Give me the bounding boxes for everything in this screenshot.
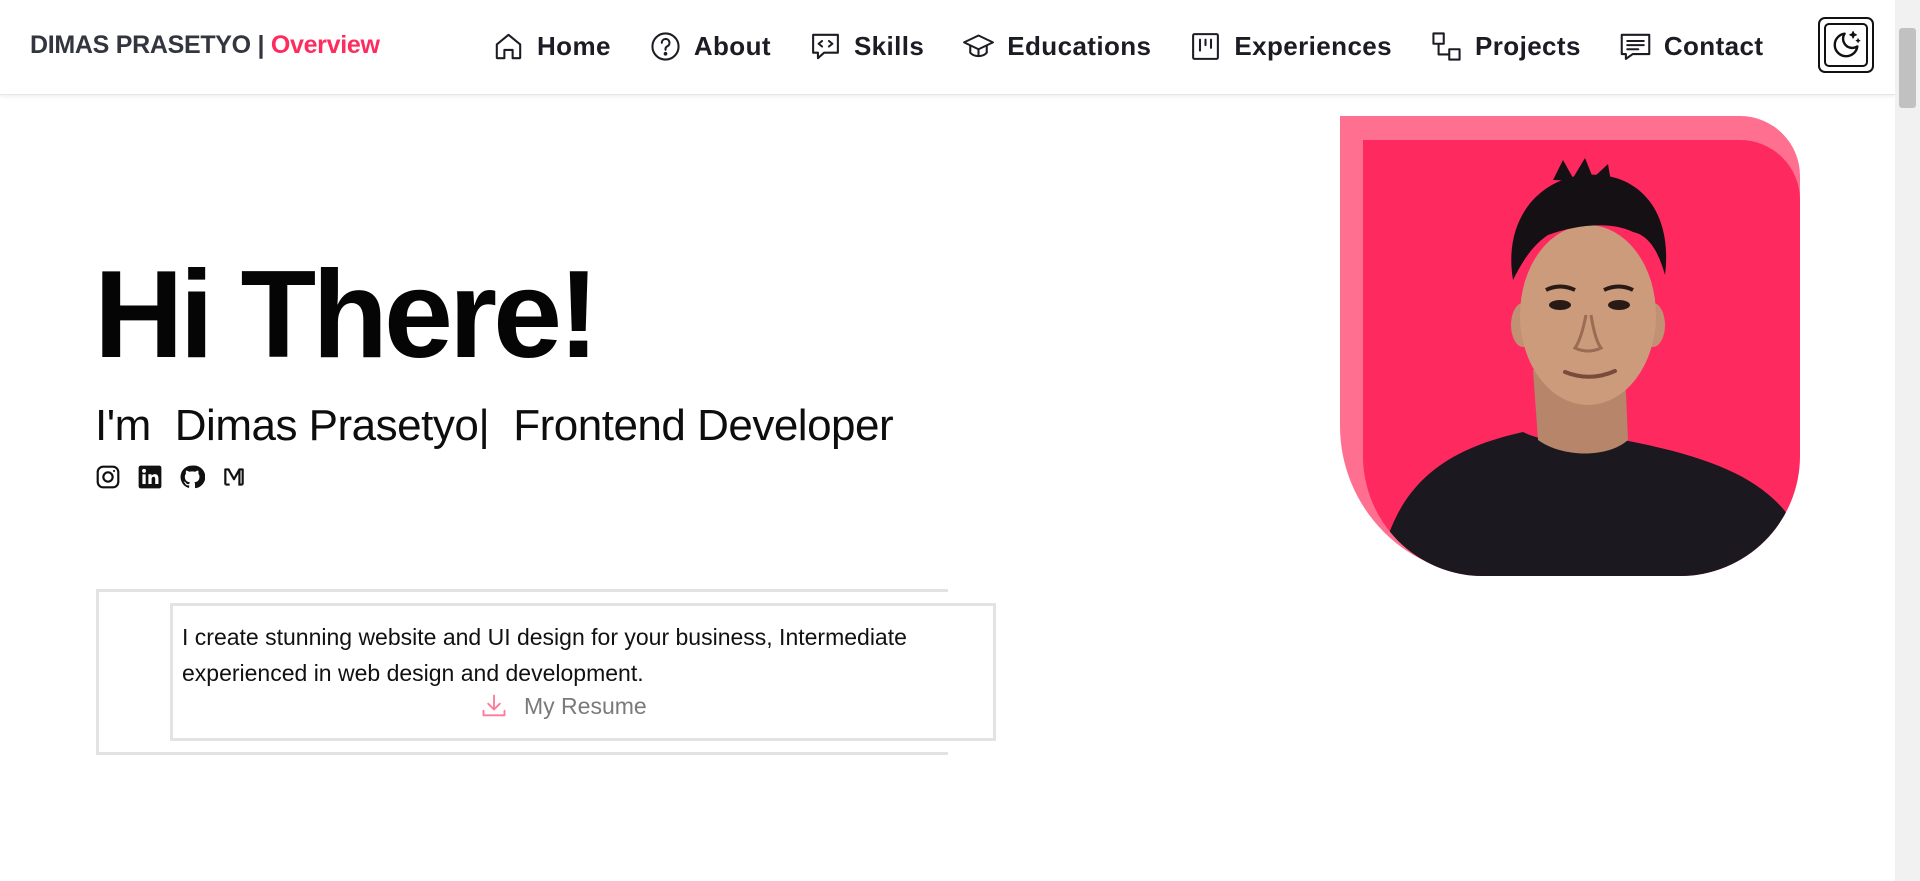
nav-label-about: About — [693, 30, 771, 61]
intro-text: I create stunning website and UI design … — [182, 624, 907, 686]
nav-item-projects[interactable]: Projects — [1430, 26, 1581, 66]
nav-item-experiences[interactable]: Experiences — [1189, 26, 1392, 66]
hero-greeting: I'm — [95, 401, 151, 450]
brand-section: Overview — [270, 31, 380, 59]
github-link[interactable] — [179, 464, 206, 490]
connected-squares-icon — [1432, 31, 1461, 61]
medium-icon — [224, 468, 244, 486]
question-circle-icon — [651, 31, 680, 61]
portrait-illustration — [1378, 158, 1800, 576]
moon-stars-icon — [1833, 30, 1861, 58]
main-nav: Home About Skills Educations Experiences… — [492, 26, 1801, 66]
hero-subtitle: I'm Dimas Prasetyo| Frontend Developer — [95, 398, 894, 454]
linkedin-link[interactable] — [137, 464, 163, 490]
brand-separator: | — [250, 31, 271, 59]
nav-item-home[interactable]: Home — [492, 26, 611, 66]
nav-item-skills[interactable]: Skills — [809, 26, 924, 66]
resume-download-link[interactable]: My Resume — [480, 692, 647, 720]
hero-title: Hi There! — [94, 246, 599, 384]
home-icon — [495, 33, 522, 59]
code-bubble-icon — [812, 33, 839, 59]
social-links — [95, 464, 263, 490]
resume-label: My Resume — [524, 692, 647, 719]
nav-label-experiences: Experiences — [1234, 30, 1393, 61]
scrollbar-thumb[interactable] — [1899, 28, 1916, 108]
nav-label-educations: Educations — [1007, 30, 1152, 61]
kanban-icon — [1192, 32, 1220, 60]
medium-link[interactable] — [221, 464, 247, 490]
instagram-icon — [96, 465, 120, 489]
message-icon — [1620, 33, 1651, 60]
profile-photo — [1340, 116, 1800, 576]
theme-toggle-button[interactable] — [1818, 17, 1874, 73]
hero-role: Frontend Developer — [513, 401, 894, 450]
navbar: DIMAS PRASETYO | Overview Home About Ski… — [0, 0, 1895, 95]
nav-item-contact[interactable]: Contact — [1619, 26, 1764, 66]
profile-photo-frame — [1363, 140, 1800, 576]
graduation-cap-icon — [963, 33, 995, 57]
nav-label-projects: Projects — [1475, 30, 1581, 61]
brand-name: DIMAS PRASETYO — [30, 31, 251, 59]
nav-label-home: Home — [537, 30, 611, 61]
github-icon — [180, 465, 206, 489]
linkedin-icon — [138, 465, 162, 489]
nav-label-contact: Contact — [1663, 30, 1764, 61]
hero-name: Dimas Prasetyo| — [174, 401, 490, 450]
instagram-link[interactable] — [95, 464, 121, 490]
page-scrollbar[interactable] — [1895, 0, 1920, 881]
nav-label-skills: Skills — [853, 30, 925, 61]
nav-item-educations[interactable]: Educations — [962, 26, 1151, 66]
theme-toggle-inner — [1824, 23, 1868, 67]
nav-item-about[interactable]: About — [649, 26, 771, 66]
brand-logo[interactable]: DIMAS PRASETYO | Overview — [30, 31, 380, 60]
download-icon — [482, 694, 506, 717]
